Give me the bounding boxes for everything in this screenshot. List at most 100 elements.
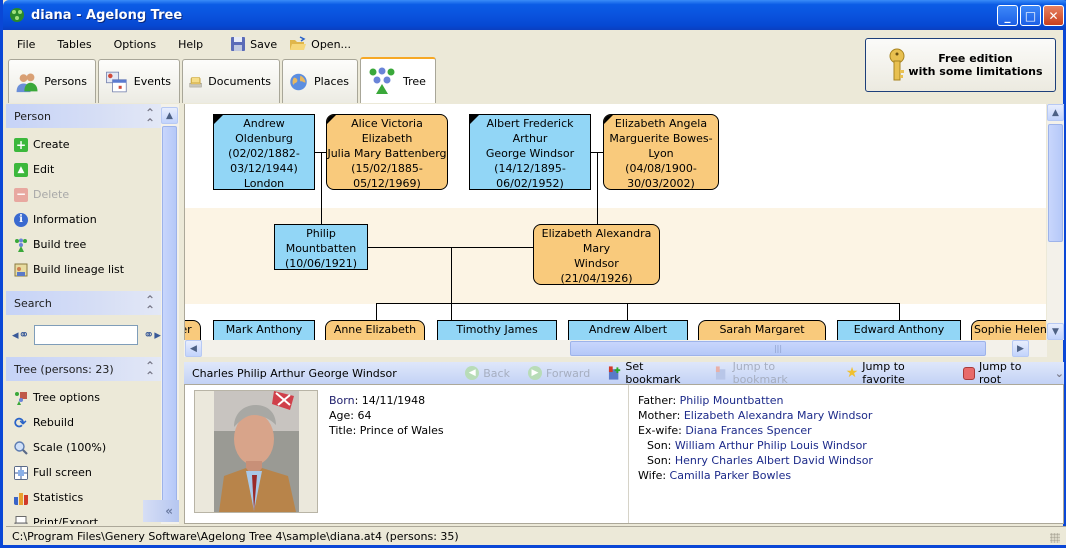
person-photo[interactable] — [194, 390, 318, 513]
grandparent-node[interactable]: Elizabeth Angela Marguerite Bowes-Lyon (04… — [603, 114, 719, 190]
child-node[interactable]: Sarah Margaret Ferguson — [698, 320, 826, 340]
collapse-sidebar-button[interactable]: « — [143, 500, 179, 522]
app-window: diana - Agelong Tree _ □ ✕ File Tables O… — [0, 0, 1066, 548]
app-logo-icon — [10, 8, 24, 22]
scroll-down-button[interactable]: ▼ — [1047, 323, 1064, 340]
tree-options-action[interactable]: Tree options — [14, 385, 161, 410]
edit-person-action[interactable]: ▲ Edit — [14, 157, 161, 182]
full-screen-action[interactable]: Full screen — [14, 460, 161, 485]
tree-canvas[interactable]: Andrew Oldenburg (02/02/1882- 03/12/1944) L… — [184, 104, 1046, 340]
tree-vertical-scrollbar[interactable]: ▲ ▼ — [1047, 104, 1064, 340]
tab-places[interactable]: Places — [282, 59, 358, 103]
jump-to-favorite-button[interactable]: ★ Jump to favorite — [846, 360, 945, 386]
status-file-path: C:\Program Files\Genery Software\Agelong… — [12, 529, 459, 543]
tree-panel-header[interactable]: Tree (persons: 23) ⌃ ⌃ — [6, 357, 161, 382]
search-input[interactable] — [34, 325, 139, 345]
parent-node[interactable]: Philip Mountbatten(10/06/1921)<Father> — [274, 224, 368, 270]
jump-to-root-button[interactable]: Jump to root — [962, 360, 1043, 386]
tree-vscroll-thumb[interactable] — [1048, 124, 1063, 242]
relation-link[interactable]: Elizabeth Alexandra Mary Windsor — [684, 409, 873, 422]
child-node[interactable]: Andrew Albert Christian — [568, 320, 688, 340]
edit-icon: ▲ — [14, 162, 28, 177]
tree-options-icon — [15, 391, 27, 405]
scroll-up-button[interactable]: ▲ — [1047, 104, 1064, 121]
search-panel-header[interactable]: Search ⌃ ⌃ — [6, 291, 161, 316]
expand-chevron-icon[interactable]: ⌄ — [1055, 367, 1064, 380]
resize-grip-icon[interactable] — [1050, 533, 1060, 543]
collapse-chevron-icon[interactable]: ⌃ ⌃ — [145, 360, 155, 382]
tab-documents[interactable]: Documents — [182, 59, 280, 103]
relation-link[interactable]: Henry Charles Albert David Windsor — [675, 454, 873, 467]
tree-hscroll-thumb[interactable]: ||| — [570, 341, 986, 356]
sidebar-scrollbar[interactable]: ▲ — [161, 104, 179, 524]
person-info-body: Born: 14/11/1948 Age: 64 Title: Prince o… — [184, 384, 1064, 524]
relation-label: Mother: — [638, 409, 684, 422]
free-edition-button[interactable]: Free edition with some limitations — [865, 38, 1056, 92]
open-label: Open... — [311, 37, 352, 51]
rebuild-action[interactable]: ⟳ Rebuild — [14, 410, 161, 435]
sidebar-scroll-thumb[interactable] — [162, 126, 177, 504]
grandparent-node[interactable]: Alice Victoria Elizabeth Julia Mary Batte… — [326, 114, 448, 190]
collapse-chevron-icon[interactable]: ⌃ ⌃ — [145, 107, 155, 129]
scroll-up-button[interactable]: ▲ — [161, 107, 178, 124]
collapse-chevron-icon[interactable]: ⌃ ⌃ — [145, 294, 155, 316]
node-text-line: Sarah Margaret Ferguson — [719, 323, 805, 340]
forward-button[interactable]: ▶ Forward — [527, 366, 591, 380]
node-text-line: Mark Anthony Peter — [225, 323, 303, 340]
tab-events[interactable]: Events — [98, 59, 180, 103]
born-label[interactable]: Born — [329, 394, 355, 407]
build-tree-action[interactable]: Build tree — [14, 232, 161, 257]
create-person-action[interactable]: + Create — [14, 132, 161, 157]
child-node[interactable]: Sophie Helen R — [971, 320, 1046, 340]
parent-node[interactable]: Elizabeth Alexandra Mary Windsor (21/04/19… — [533, 224, 660, 285]
forward-label: Forward — [545, 366, 591, 380]
build-lineage-action[interactable]: Build lineage list — [14, 257, 161, 282]
child-node[interactable]: Timothy James Hamilton — [437, 320, 557, 340]
person-panel-header[interactable]: Person ⌃ ⌃ — [6, 104, 161, 129]
save-button[interactable]: Save — [224, 36, 283, 52]
search-previous-icon[interactable]: ◂⚭ — [12, 328, 29, 343]
statistics-action[interactable]: Statistics — [14, 485, 161, 510]
delete-person-action[interactable]: − Delete — [14, 182, 161, 207]
deceased-marker-icon — [470, 115, 479, 124]
scale-action[interactable]: Scale (100%) — [14, 435, 161, 460]
node-text-line: (10/06/1921) — [285, 257, 357, 270]
scroll-right-button[interactable]: ▶ — [1012, 340, 1029, 357]
child-node[interactable]: ker — [185, 320, 201, 340]
node-text-line: Andrew Oldenburg — [235, 117, 293, 145]
tab-persons[interactable]: Persons — [8, 59, 96, 103]
title-bar[interactable]: diana - Agelong Tree _ □ ✕ — [3, 0, 1066, 30]
menu-help[interactable]: Help — [167, 38, 214, 51]
relation-link[interactable]: Philip Mountbatten — [680, 394, 784, 407]
jump-to-bookmark-button[interactable]: Jump to bookmark — [715, 360, 827, 386]
relation-link[interactable]: William Arthur Philip Louis Windsor — [675, 439, 867, 452]
minimize-button[interactable]: _ — [997, 5, 1018, 26]
child-node[interactable]: Mark Anthony Peter — [213, 320, 315, 340]
child-node[interactable]: Anne Elizabeth Alice — [325, 320, 425, 340]
connector-line — [597, 152, 598, 224]
search-next-icon[interactable]: ⚭▸ — [143, 328, 160, 343]
relation-link[interactable]: Diana Frances Spencer — [685, 424, 811, 437]
child-node[interactable]: Edward Anthony Richard — [837, 320, 961, 340]
menu-tables[interactable]: Tables — [46, 38, 102, 51]
tree-horizontal-scrollbar[interactable]: ◀ ||| ▶ — [184, 340, 1047, 357]
scroll-left-button[interactable]: ◀ — [185, 340, 202, 357]
print-export-action[interactable]: Print/Export — [14, 510, 161, 524]
back-button[interactable]: ◀ Back — [465, 366, 510, 380]
open-button[interactable]: Open... — [283, 36, 357, 52]
grandparent-node[interactable]: Andrew Oldenburg (02/02/1882- 03/12/1944) L… — [213, 114, 315, 190]
menu-file[interactable]: File — [6, 38, 46, 51]
information-action[interactable]: i Information — [14, 207, 161, 232]
relation-link[interactable]: Camilla Parker Bowles — [670, 469, 792, 482]
deceased-marker-icon — [327, 115, 336, 124]
tab-tree[interactable]: Tree — [360, 57, 436, 103]
set-bookmark-button[interactable]: Set bookmark — [608, 360, 697, 386]
node-text-line: Anne Elizabeth Alice — [333, 323, 417, 340]
grandparent-node[interactable]: Albert Frederick Arthur George Windsor (14… — [469, 114, 591, 190]
menu-options[interactable]: Options — [103, 38, 167, 51]
node-text-line: (15/02/1885- — [351, 162, 423, 175]
close-button[interactable]: ✕ — [1043, 5, 1064, 26]
set-bookmark-icon — [609, 366, 621, 380]
maximize-button[interactable]: □ — [1020, 5, 1041, 26]
full-screen-label: Full screen — [33, 466, 92, 479]
